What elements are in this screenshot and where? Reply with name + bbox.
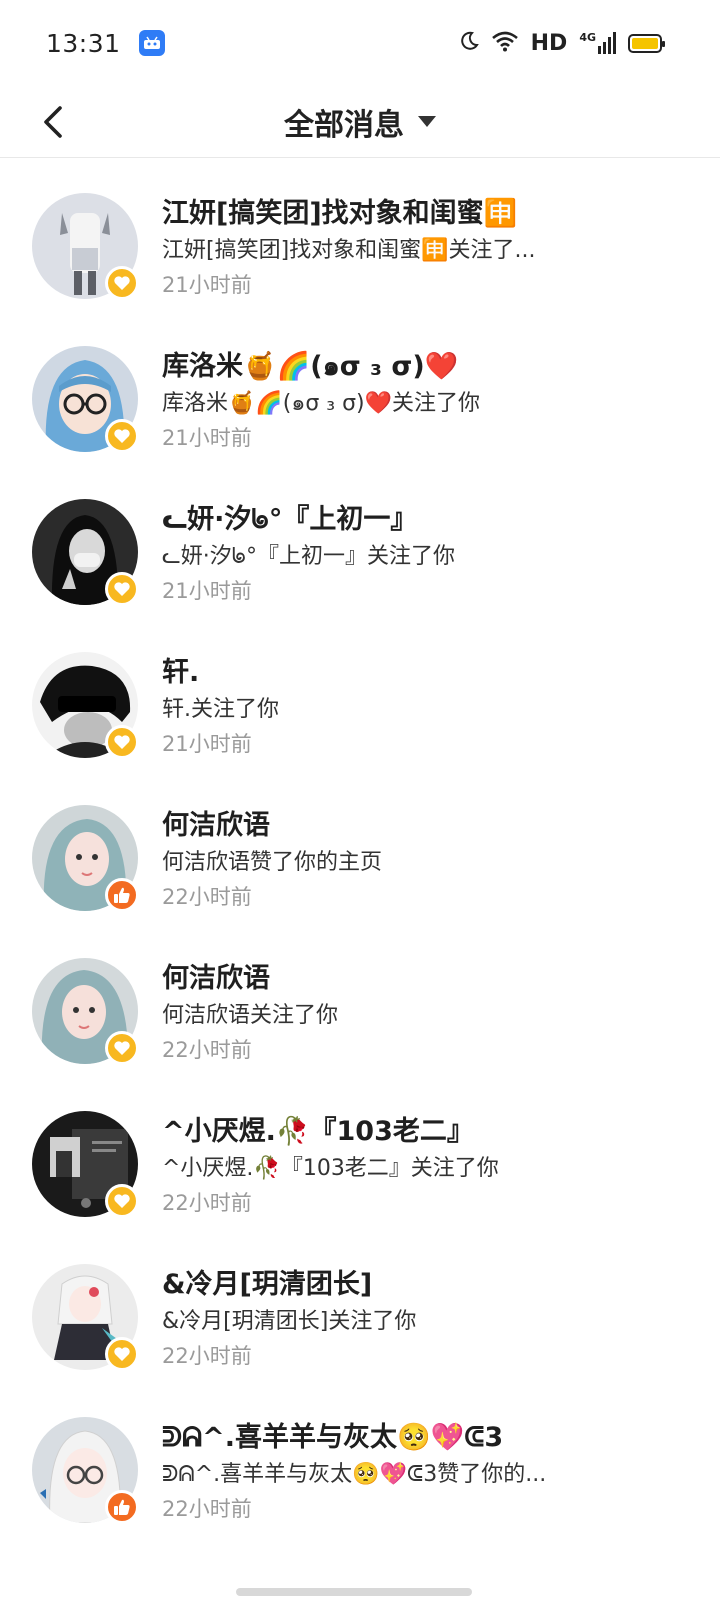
heart-icon [114,735,130,749]
nav-bar: 全部消息 [0,86,720,158]
back-button[interactable] [28,94,78,150]
moon-icon [459,31,479,55]
notification-time: 22小时前 [162,1344,252,1368]
notification-item[interactable]: ^小厌煜.🥀『103老二』 ^小厌煜.🥀『103老二』关注了你 22小时前 [0,1076,720,1229]
status-left: 13:31 [46,29,165,58]
notification-time: 21小时前 [162,579,252,603]
notification-time: 21小时前 [162,732,252,756]
notification-item[interactable]: 何洁欣语何洁欣语赞了你的主页 22小时前 [0,770,720,923]
notification-item[interactable]: 何洁欣语何洁欣语关注了你 22小时前 [0,923,720,1076]
user-name[interactable]: 何洁欣语 [162,956,682,995]
notification-text: 轩.关注了你 [162,697,279,722]
notification-time: 21小时前 [162,273,252,297]
follow-badge [105,1337,139,1371]
battery-fill [632,37,658,49]
notification-item[interactable]: &冷月[玥清团长] &冷月[玥清团长]关注了你 22小时前 [0,1229,720,1382]
heart-icon [114,1194,130,1208]
notification-time: 21小时前 [162,426,252,450]
user-name[interactable]: 江妍[搞笑团]找对象和闺蜜🈸 [162,191,682,230]
heart-icon [114,1347,130,1361]
notification-text: 库洛米🍯🌈(๑σ ₃ σ)❤️关注了你 [162,391,481,416]
notification-list: 江妍[搞笑团]找对象和闺蜜🈸 江妍[搞笑团]找对象和闺蜜🈸关注了... 21小时前库… [0,158,720,1535]
user-name[interactable]: ᕲᕱ^.喜羊羊与灰太🥺💖ᕳ3 [162,1415,682,1454]
follow-badge [105,419,139,453]
user-name[interactable]: ^小厌煜.🥀『103老二』 [162,1109,682,1148]
heart-icon [114,429,130,443]
thumbs-up-icon [114,1499,130,1515]
follow-badge [105,266,139,300]
notification-time: 22小时前 [162,885,252,909]
notification-text: 江妍[搞笑团]找对象和闺蜜🈸关注了... [162,238,536,263]
notification-text: 何洁欣语关注了你 [162,1003,339,1028]
notification-item[interactable]: ᕲᕱ^.喜羊羊与灰太🥺💖ᕳ3 ᕲᕱ^.喜羊羊与灰太🥺💖ᕳ3赞了你的... 22小时前 [0,1382,720,1535]
follow-badge [105,572,139,606]
follow-badge [105,725,139,759]
notification-time: 22小时前 [162,1191,252,1215]
title-dropdown[interactable]: 全部消息 [284,100,436,144]
cell-label: 4G [579,31,596,44]
follow-badge [105,1184,139,1218]
home-indicator[interactable] [236,1588,472,1596]
battery-icon [628,33,665,53]
wifi-icon [491,30,519,56]
notification-item[interactable]: ᓚ妍·汐ᖚ°『上初一』 ᓚ妍·汐ᖚ°『上初一』关注了你 21小时前 [0,464,720,617]
user-name[interactable]: 何洁欣语 [162,803,682,842]
heart-icon [114,276,130,290]
notification-item[interactable]: 江妍[搞笑团]找对象和闺蜜🈸 江妍[搞笑团]找对象和闺蜜🈸关注了... 21小时前 [0,158,720,311]
notification-time: 22小时前 [162,1497,252,1521]
heart-icon [114,1041,130,1055]
notification-text: &冷月[玥清团长]关注了你 [162,1309,417,1334]
thumbs-up-icon [114,887,130,903]
notification-text: 何洁欣语赞了你的主页 [162,850,383,875]
notification-time: 22小时前 [162,1038,252,1062]
chevron-left-icon [44,106,62,138]
signal-icon: 4G [579,32,616,54]
user-name[interactable]: &冷月[玥清团长] [162,1262,682,1301]
like-badge [105,1490,139,1524]
status-time: 13:31 [46,28,121,58]
page-title: 全部消息 [284,107,404,143]
notification-text: ^小厌煜.🥀『103老二』关注了你 [162,1156,499,1181]
notification-text: ᓚ妍·汐ᖚ°『上初一』关注了你 [162,544,455,569]
heart-icon [114,582,130,596]
status-bar: 13:31 HD 4G [0,0,720,86]
follow-badge [105,1031,139,1065]
user-name[interactable]: ᓚ妍·汐ᖚ°『上初一』 [162,497,682,536]
user-name[interactable]: 库洛米🍯🌈(๑σ ₃ σ)❤️ [162,344,682,387]
caret-down-icon [418,116,436,127]
user-name[interactable]: 轩. [162,650,682,689]
network-label: HD [530,30,568,56]
app-notification-icon [138,30,165,56]
notification-text: ᕲᕱ^.喜羊羊与灰太🥺💖ᕳ3赞了你的... [162,1462,547,1487]
status-right: HD 4G [459,30,665,56]
notification-item[interactable]: 库洛米🍯🌈(๑σ ₃ σ)❤️ 库洛米🍯🌈(๑σ ₃ σ)❤️关注了你 21小时前 [0,311,720,464]
like-badge [105,878,139,912]
notification-item[interactable]: 轩. 轩.关注了你 21小时前 [0,617,720,770]
